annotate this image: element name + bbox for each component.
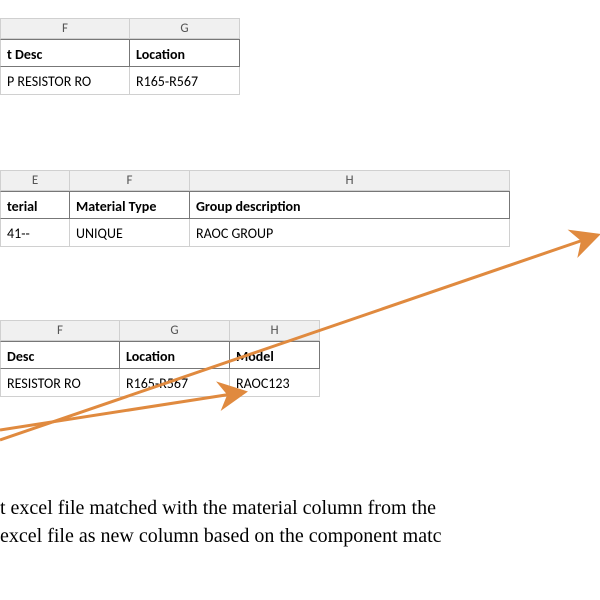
column-letter: F [70, 170, 190, 191]
column-letter: E [0, 170, 70, 191]
excel-fragment-3: F G H Desc Location Model RESISTOR RO R1… [0, 320, 320, 397]
column-letters-row: F G [0, 18, 240, 39]
data-cell: 41-- [0, 219, 70, 247]
data-cell: RAOC123 [230, 369, 320, 397]
text-line: t excel file matched with the material c… [0, 494, 600, 522]
text-line: excel file as new column based on the co… [0, 522, 600, 550]
data-cell: R165-R567 [120, 369, 230, 397]
excel-fragment-2: E F H terial Material Type Group descrip… [0, 170, 510, 247]
explanatory-text: t excel file matched with the material c… [0, 494, 600, 550]
excel-fragment-1: F G t Desc Location P RESISTOR RO R165-R… [0, 18, 240, 95]
header-cell-group-description: Group description [190, 191, 510, 219]
data-cell: UNIQUE [70, 219, 190, 247]
column-letter: F [0, 18, 130, 39]
data-cell: R165-R567 [130, 67, 240, 95]
data-cell: P RESISTOR RO [0, 67, 130, 95]
header-cell-material: terial [0, 191, 70, 219]
header-cell-location: Location [120, 341, 230, 369]
header-cell-location: Location [130, 39, 240, 67]
header-cell-model: Model [230, 341, 320, 369]
column-letter: G [120, 320, 230, 341]
column-letters-row: F G H [0, 320, 320, 341]
column-letter: G [130, 18, 240, 39]
data-cell: RAOC GROUP [190, 219, 510, 247]
column-letter: F [0, 320, 120, 341]
data-cell: RESISTOR RO [0, 369, 120, 397]
column-letter: H [230, 320, 320, 341]
header-cell-desc: t Desc [0, 39, 130, 67]
header-cell-material-type: Material Type [70, 191, 190, 219]
column-letter: H [190, 170, 510, 191]
column-letters-row: E F H [0, 170, 510, 191]
header-cell-desc: Desc [0, 341, 120, 369]
